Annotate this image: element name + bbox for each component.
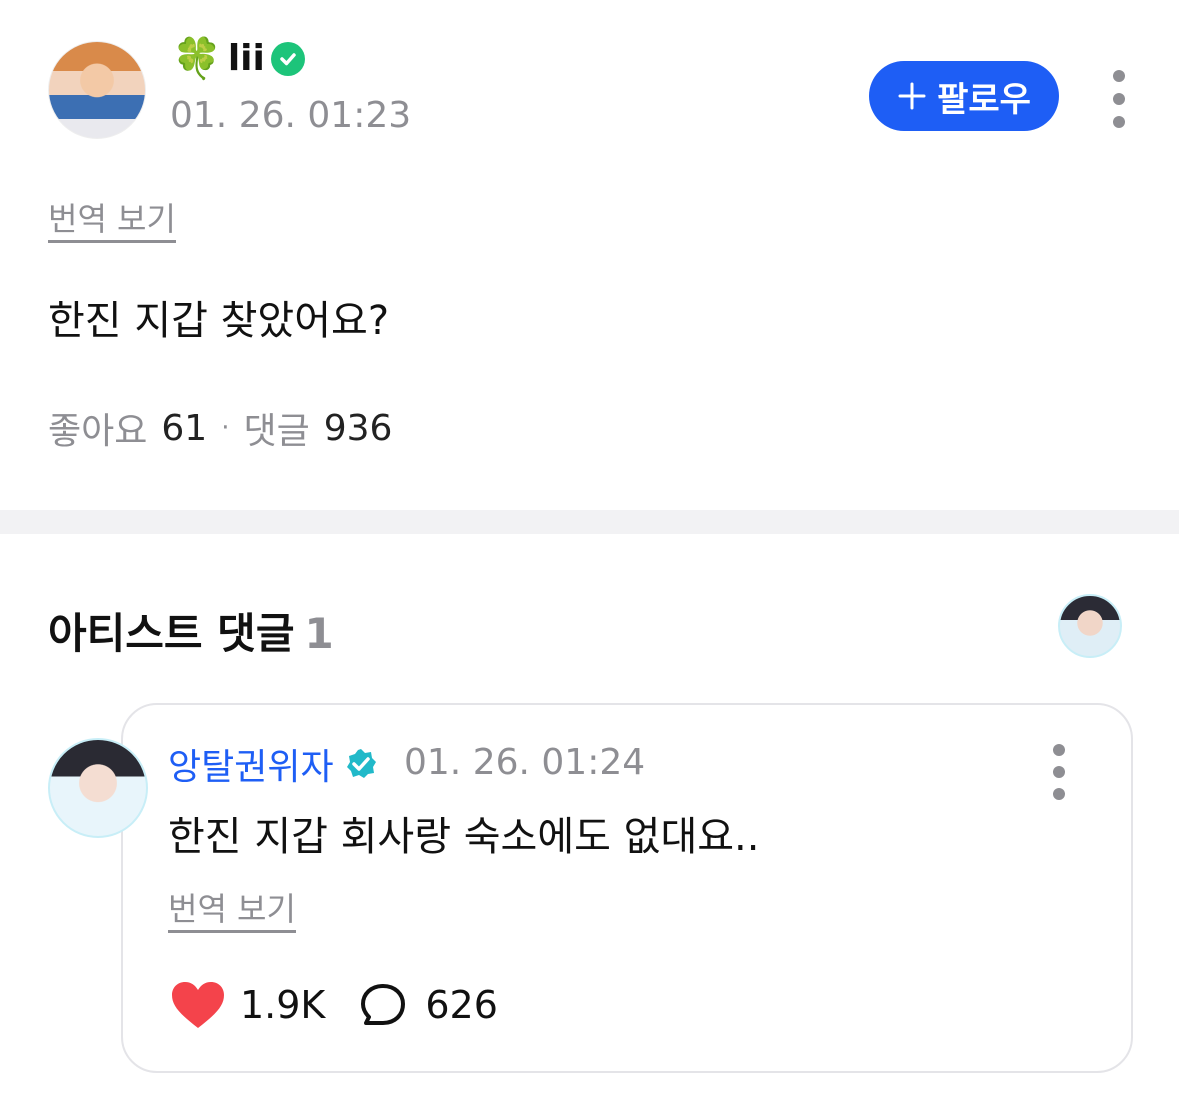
artist-verified-badge-icon xyxy=(344,747,378,781)
comment-translate-link[interactable]: 번역 보기 xyxy=(168,884,296,933)
post-author-name[interactable]: 🍀 lii xyxy=(172,38,305,79)
artist-comments-heading: 아티스트 댓글 1 xyxy=(48,600,334,661)
artist-comments-count: 1 xyxy=(304,609,334,658)
post-timestamp: 01. 26. 01:23 xyxy=(170,95,412,136)
four-leaf-clover-icon: 🍀 xyxy=(172,35,222,82)
comment-more-options-icon[interactable] xyxy=(1047,744,1071,800)
comment-reactions: 1.9K 626 xyxy=(170,980,498,1030)
post-translate-link[interactable]: 번역 보기 xyxy=(48,194,176,243)
comment-body-text: 한진 지갑 회사랑 숙소에도 없대요.. xyxy=(168,814,760,860)
section-divider xyxy=(0,510,1179,534)
likes-count: 61 xyxy=(161,407,208,449)
post-more-options-icon[interactable] xyxy=(1107,70,1131,128)
comment-author-name[interactable]: 앙탈권위자 xyxy=(168,738,378,790)
comments-count: 936 xyxy=(323,407,393,449)
follow-button-label: 팔로우 xyxy=(937,79,1031,120)
like-button[interactable]: 1.9K xyxy=(170,980,325,1030)
comment-timestamp: 01. 26. 01:24 xyxy=(404,742,646,783)
comments-label: 댓글 xyxy=(243,411,310,452)
reply-count: 626 xyxy=(425,983,498,1027)
verified-badge-icon xyxy=(270,41,305,76)
comment-author-avatar[interactable] xyxy=(48,738,148,838)
artist-comments-title: 아티스트 댓글 xyxy=(48,609,295,658)
heart-icon xyxy=(172,982,224,1028)
post-author-avatar[interactable] xyxy=(48,41,146,139)
plus-icon xyxy=(898,82,926,110)
post-body-text: 한진 지갑 찾았어요? xyxy=(48,298,390,344)
artist-avatar-small[interactable] xyxy=(1058,594,1122,658)
stats-separator: · xyxy=(221,413,230,443)
like-count: 1.9K xyxy=(240,983,326,1027)
comment-author-label: 앙탈권위자 xyxy=(168,747,334,788)
follow-button[interactable]: 팔로우 xyxy=(869,61,1059,131)
likes-label: 좋아요 xyxy=(48,411,148,452)
reply-button[interactable]: 626 xyxy=(359,982,498,1028)
post-author-username: lii xyxy=(227,38,265,79)
speech-bubble-icon xyxy=(361,984,406,1025)
post-stats: 좋아요 61 · 댓글 936 xyxy=(48,402,392,454)
